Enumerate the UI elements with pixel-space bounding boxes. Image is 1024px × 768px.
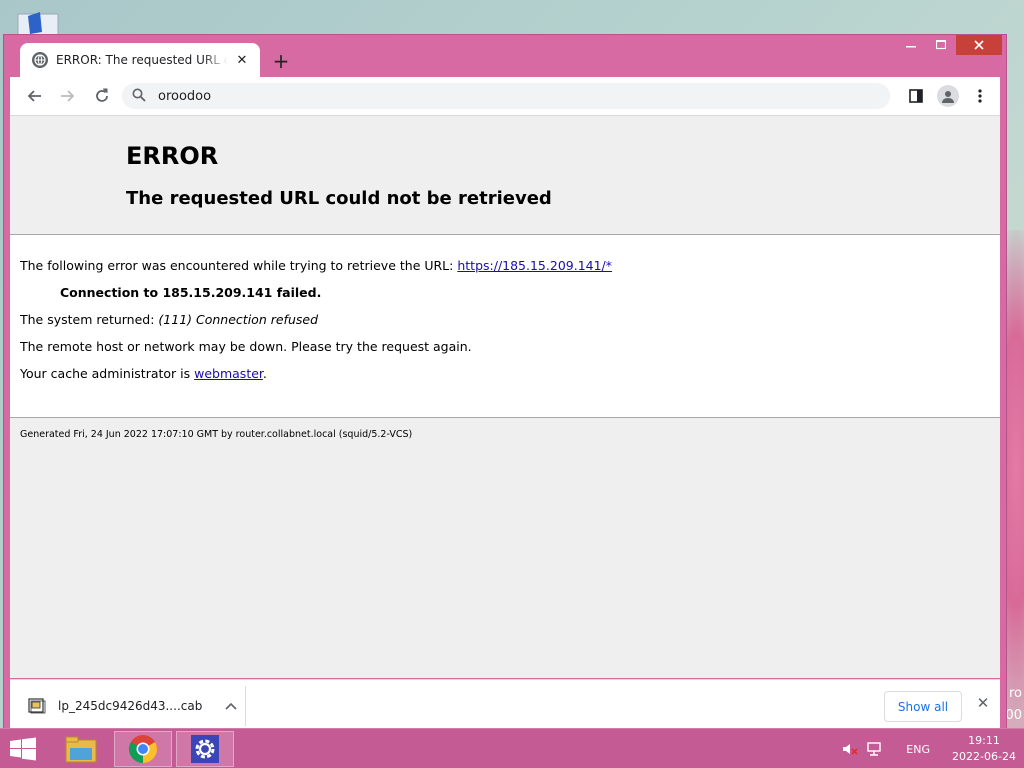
cache-admin-line: Your cache administrator is webmaster.: [20, 366, 267, 381]
connection-failed-text: Connection to 185.15.209.141 failed.: [60, 285, 322, 300]
address-bar[interactable]: oroodoo: [122, 83, 890, 109]
maximize-icon[interactable]: [926, 35, 956, 55]
chevron-up-icon[interactable]: [217, 699, 245, 713]
tab-active[interactable]: ERROR: The requested URL could not be re…: [20, 43, 260, 77]
globe-icon: [32, 52, 48, 68]
system-returned-value: (111) Connection refused: [158, 312, 318, 327]
browser-toolbar: oroodoo: [10, 77, 1000, 115]
minimize-icon[interactable]: [896, 35, 926, 55]
search-icon: [132, 87, 146, 106]
download-shelf: lp_245dc9426d43....cab Show all ✕: [10, 679, 1000, 731]
tab-title: ERROR: The requested URL could not be re…: [56, 53, 228, 67]
reload-icon[interactable]: [86, 80, 118, 112]
error-url-link[interactable]: https://185.15.209.141/*: [457, 258, 612, 273]
page-content: ERROR The requested URL could not be ret…: [10, 115, 1000, 678]
cache-admin-suffix: .: [262, 366, 267, 381]
taskbar: ENG 19:11 2022-06-24: [0, 728, 1024, 768]
back-arrow-icon[interactable]: [18, 80, 50, 112]
error-url-prefix: The following error was encountered whil…: [20, 258, 458, 273]
wallpaper-text-1: ro: [1008, 686, 1022, 701]
system-tray: ENG 19:11 2022-06-24: [838, 729, 1024, 768]
error-footer: Generated Fri, 24 Jun 2022 17:07:10 GMT …: [20, 429, 413, 440]
clock-date: 2022-06-24: [952, 750, 1016, 763]
file-explorer-icon[interactable]: [52, 731, 110, 767]
side-panel-icon[interactable]: [900, 81, 932, 111]
clock[interactable]: 19:11 2022-06-24: [944, 733, 1024, 765]
volume-muted-icon[interactable]: [838, 729, 862, 768]
new-tab-button[interactable]: +: [270, 49, 292, 73]
error-body: The following error was encountered whil…: [10, 234, 1000, 418]
show-all-button[interactable]: Show all: [884, 691, 962, 722]
page-subtitle: The requested URL could not be retrieved: [126, 188, 552, 209]
language-indicator[interactable]: ENG: [906, 743, 930, 756]
error-url-line: The following error was encountered whil…: [20, 258, 612, 273]
chrome-icon[interactable]: [114, 731, 172, 767]
clock-time: 19:11: [968, 734, 1000, 747]
system-returned-prefix: The system returned:: [20, 312, 159, 327]
title-bar[interactable]: ERROR: The requested URL could not be re…: [4, 35, 1006, 77]
shelf-close-icon[interactable]: ✕: [972, 694, 994, 718]
settings-icon[interactable]: [176, 731, 234, 767]
close-icon[interactable]: [956, 35, 1002, 55]
tab-close-icon[interactable]: ✕: [234, 53, 250, 68]
network-icon[interactable]: [862, 729, 886, 768]
cab-file-icon: [28, 698, 46, 714]
page-title: ERROR: [126, 142, 219, 170]
desktop-shortcut-icon[interactable]: [14, 10, 60, 37]
error-header: ERROR The requested URL could not be ret…: [10, 116, 1000, 234]
webmaster-link[interactable]: webmaster: [194, 366, 263, 381]
download-item[interactable]: lp_245dc9426d43....cab: [10, 686, 246, 726]
menu-icon[interactable]: [964, 81, 996, 111]
system-returned-line: The system returned: (111) Connection re…: [20, 312, 318, 327]
cache-admin-prefix: Your cache administrator is: [20, 366, 195, 381]
download-file-name: lp_245dc9426d43....cab: [58, 699, 203, 713]
forward-arrow-icon[interactable]: [52, 80, 84, 112]
remote-host-text: The remote host or network may be down. …: [20, 339, 472, 354]
start-button[interactable]: [8, 737, 38, 761]
profile-icon[interactable]: [932, 81, 964, 111]
wallpaper-text-2: 00: [1005, 708, 1022, 723]
browser-window: ERROR: The requested URL could not be re…: [3, 34, 1007, 740]
address-text: oroodoo: [158, 88, 212, 104]
